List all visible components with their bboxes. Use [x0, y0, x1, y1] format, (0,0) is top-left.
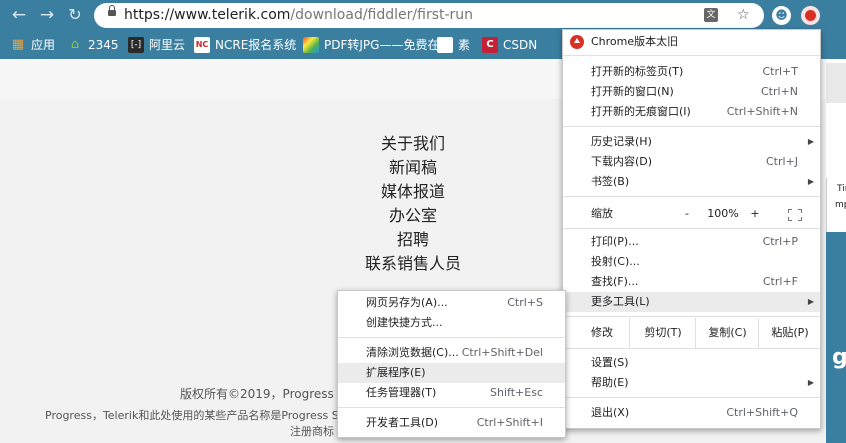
zoom-level: 100% [707, 207, 739, 220]
menu-divider [563, 55, 820, 56]
bookmark-2345[interactable]: ⌂ 2345 [67, 37, 119, 53]
bookmark-su[interactable]: 素 [437, 37, 470, 53]
pdf-icon [303, 37, 319, 53]
menu-divider [563, 316, 820, 317]
submenu-arrow-icon: ▶ [807, 177, 814, 186]
menu-divider [338, 337, 565, 338]
apps-icon: ▦ [11, 37, 25, 52]
bookmark-ncre[interactable]: NC NCRE报名系统 [194, 37, 296, 53]
submenu-arrow-icon: ▶ [807, 297, 814, 306]
zoom-in-button[interactable]: + [744, 204, 766, 224]
background-tab-label-2: mpo [835, 200, 846, 210]
reload-icon[interactable]: ↻ [65, 5, 85, 25]
copy-button[interactable]: 复制(C) [695, 318, 759, 348]
menu-item-more-tools[interactable]: 更多工具(L) ▶ [563, 292, 820, 312]
menu-item-cast[interactable]: 投射(C)... [563, 252, 820, 272]
update-icon[interactable] [801, 6, 820, 25]
avatar-icon[interactable]: ☻ [772, 6, 791, 25]
zoom-row: 缩放 - 100% + [563, 204, 820, 224]
menu-divider [338, 407, 565, 408]
menu-item-bookmarks[interactable]: 书签(B) ▶ [563, 172, 820, 192]
menu-divider [563, 228, 820, 229]
fullscreen-icon[interactable] [787, 208, 803, 222]
submenu-arrow-icon: ▶ [807, 137, 814, 146]
submenu-item-create-shortcut[interactable]: 创建快捷方式... [338, 313, 565, 333]
url-text[interactable]: https://www.telerik.com/download/fiddler… [124, 6, 473, 25]
address-bar[interactable]: https://www.telerik.com/download/fiddler… [94, 3, 764, 28]
menu-item-update[interactable]: Chrome版本太旧 [563, 32, 820, 52]
bookmark-csdn[interactable]: C CSDN [482, 37, 537, 53]
submenu-item-clear-data[interactable]: 清除浏览数据(C)... Ctrl+Shift+Del [338, 343, 565, 363]
forward-icon[interactable]: → [37, 5, 57, 25]
background-window-tab[interactable]: Tir mpo [826, 178, 846, 234]
ncre-icon: NC [194, 37, 210, 53]
menu-divider [563, 196, 820, 197]
menu-item-history[interactable]: 历史记录(H) ▶ [563, 132, 820, 152]
zoom-label: 缩放 [591, 207, 613, 220]
edit-label: 修改 [591, 326, 613, 339]
background-window-header [826, 63, 846, 103]
trademark-text: Progress，Telerik和此处使用的某些产品名称是Progress S [45, 409, 339, 422]
zoom-out-button[interactable]: - [675, 204, 699, 224]
submenu-item-task-manager[interactable]: 任务管理器(T) Shift+Esc [338, 383, 565, 403]
bookmark-pdf[interactable]: PDF转JPG——免费在 [303, 37, 439, 53]
menu-divider [563, 397, 820, 398]
menu-item-print[interactable]: 打印(P)... Ctrl+P [563, 232, 820, 252]
menu-divider [563, 126, 820, 127]
menu-item-downloads[interactable]: 下载内容(D) Ctrl+J [563, 152, 820, 172]
bookmark-apps[interactable]: ▦ 应用 [10, 37, 55, 53]
background-tab-label: Tir [837, 184, 846, 194]
more-tools-submenu: 网页另存为(A)... Ctrl+S 创建快捷方式... 清除浏览数据(C)...… [337, 290, 566, 438]
paste-button[interactable]: 粘贴(P) [758, 318, 821, 348]
translate-icon[interactable]: 文 [704, 8, 718, 22]
menu-item-new-tab[interactable]: 打开新的标签页(T) Ctrl+T [563, 62, 820, 82]
submenu-item-save-page[interactable]: 网页另存为(A)... Ctrl+S [338, 293, 565, 313]
menu-item-help[interactable]: 帮助(E) ▶ [563, 373, 820, 393]
chrome-main-menu: Chrome版本太旧 打开新的标签页(T) Ctrl+T 打开新的窗口(N) Ctr… [562, 29, 821, 429]
menu-item-exit[interactable]: 退出(X) Ctrl+Shift+Q [563, 403, 820, 423]
csdn-icon: C [482, 37, 498, 53]
bookmark-aliyun[interactable]: [-] 阿里云 [128, 37, 185, 53]
trademark-text-2: 注册商标 [290, 425, 334, 438]
star-icon[interactable]: ☆ [737, 6, 750, 25]
cut-button[interactable]: 剪切(T) [629, 318, 696, 348]
menu-item-incognito[interactable]: 打开新的无痕窗口(I) Ctrl+Shift+N [563, 102, 820, 122]
submenu-item-devtools[interactable]: 开发者工具(D) Ctrl+Shift+I [338, 413, 565, 433]
house-icon: ⌂ [70, 37, 80, 52]
background-letter: g [832, 345, 846, 370]
browser-toolbar: ← → ↻ https://www.telerik.com/download/f… [0, 0, 846, 31]
blank-icon [437, 37, 453, 53]
submenu-arrow-icon: ▶ [807, 378, 814, 387]
background-window-body [826, 232, 846, 443]
menu-item-find[interactable]: 查找(F)... Ctrl+F [563, 272, 820, 292]
lock-icon[interactable] [108, 5, 116, 16]
menu-item-settings[interactable]: 设置(S) [563, 353, 820, 373]
submenu-item-extensions[interactable]: 扩展程序(E) [338, 363, 565, 383]
menu-item-new-window[interactable]: 打开新的窗口(N) Ctrl+N [563, 82, 820, 102]
update-warning-icon [570, 35, 584, 49]
menu-divider [563, 348, 820, 349]
edit-row: 修改 剪切(T) 复制(C) 粘贴(P) [563, 318, 820, 348]
back-icon[interactable]: ← [9, 5, 29, 25]
aliyun-icon: [-] [128, 37, 144, 53]
copyright-text: 版权所有©2019，Progress Soft [180, 387, 362, 401]
